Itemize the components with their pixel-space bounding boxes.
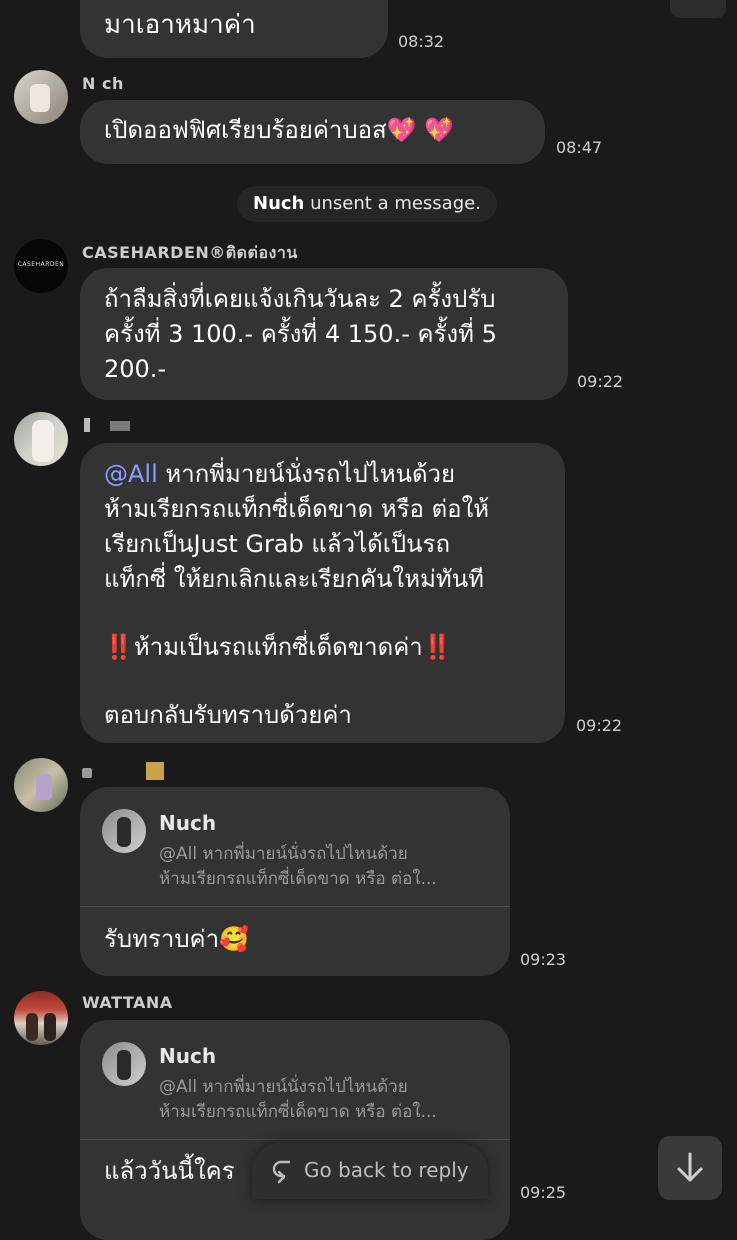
quoted-text-line: ห้ามเรียกรถแท็กซี่เด็ดขาด หรือ ต่อใ...: [159, 1102, 437, 1122]
quoted-text-line: @All หากพี่มายน์นั่งรถไปไหนด้วย: [159, 1077, 408, 1097]
mention-all[interactable]: @All: [104, 460, 158, 488]
message-line: @All หากพี่มายน์นั่งรถไปไหนด้วย: [104, 457, 455, 492]
warning-text: ห้ามเป็นรถแท็กซี่เด็ดขาดค่า: [133, 633, 423, 661]
double-exclamation-icon: ‼️: [422, 633, 453, 661]
sender-name: WATTANA: [82, 993, 173, 1012]
quoted-text-line: @All หากพี่มายน์นั่งรถไปไหนด้วย: [159, 844, 408, 864]
message-line: เรียกเป็นJust Grab แล้วได้เป็นรถ: [104, 530, 450, 558]
arrow-down-icon: [674, 1150, 706, 1186]
message-line-text: หากพี่มายน์นั่งรถไปไหนด้วย: [165, 460, 456, 488]
message-text: เปิดออฟฟิศเรียบร้อยค่าบอส💖 💖: [104, 116, 455, 144]
sender-name-blurred: [84, 418, 130, 432]
avatar[interactable]: [14, 412, 68, 466]
message-time: 09:25: [520, 1183, 567, 1202]
message-time: 09:22: [576, 716, 623, 735]
quoted-avatar: [102, 1042, 146, 1086]
message-line: ตอบกลับรับทราบด้วยค่า: [104, 701, 352, 729]
quoted-message[interactable]: Nuch @All หากพี่มายน์นั่งรถไปไหนด้วย ห้า…: [80, 1020, 510, 1140]
go-back-to-reply-label: Go back to reply: [304, 1158, 469, 1182]
sender-name: CASEHARDEN®ติดต่องาน: [82, 243, 298, 262]
message-line: ถ้าลืมสิ่งที่เคยแจ้งเกินวันละ 2 ครั้งปรั…: [104, 285, 496, 313]
quoted-message[interactable]: Nuch @All หากพี่มายน์นั่งรถไปไหนด้วย ห้า…: [80, 787, 510, 907]
reply-message-bubble[interactable]: Nuch @All หากพี่มายน์นั่งรถไปไหนด้วย ห้า…: [80, 1020, 510, 1240]
warning-line: ‼️ห้ามเป็นรถแท็กซี่เด็ดขาดค่า‼️: [104, 630, 453, 665]
message-time: 08:47: [556, 138, 603, 157]
reply-arrow-icon: [270, 1156, 296, 1184]
double-exclamation-icon: ‼️: [104, 633, 134, 661]
avatar[interactable]: CASEHARDEN: [14, 239, 68, 293]
system-message-text: unsent a message.: [310, 193, 481, 214]
message-line: 200.-: [104, 355, 167, 383]
message-time: 09:22: [577, 372, 624, 391]
message-time: 08:32: [398, 32, 445, 51]
message-bubble[interactable]: @All หากพี่มายน์นั่งรถไปไหนด้วย ห้ามเรีย…: [80, 443, 565, 743]
message-bubble[interactable]: เปิดออฟฟิศเรียบร้อยค่าบอส💖 💖: [80, 100, 545, 164]
message-text: แล้ววันนี้ใคร: [104, 1157, 235, 1185]
quoted-sender-name: Nuch: [159, 1044, 217, 1068]
quoted-avatar: [102, 809, 146, 853]
top-edge-element: [670, 0, 726, 18]
message-bubble[interactable]: ถ้าลืมสิ่งที่เคยแจ้งเกินวันละ 2 ครั้งปรั…: [80, 268, 568, 400]
reply-message-bubble[interactable]: Nuch @All หากพี่มายน์นั่งรถไปไหนด้วย ห้า…: [80, 787, 510, 976]
message-line: ห้ามเรียกรถแท็กซี่เด็ดขาด หรือ ต่อให้: [104, 495, 490, 523]
avatar[interactable]: [14, 758, 68, 812]
system-message-name: Nuch: [253, 193, 305, 214]
sender-name-blurred: [82, 762, 164, 780]
sender-name: N ch: [82, 74, 124, 93]
message-line: ครั้งที่ 3 100.- ครั้งที่ 4 150.- ครั้งท…: [104, 320, 497, 348]
go-back-to-reply-button[interactable]: Go back to reply: [252, 1143, 488, 1199]
quoted-sender-name: Nuch: [159, 811, 217, 835]
system-message: Nuch unsent a message.: [237, 186, 497, 222]
message-text: รับทราบค่า🥰: [104, 925, 249, 953]
quoted-text-line: ห้ามเรียกรถแท็กซี่เด็ดขาด หรือ ต่อใ...: [159, 869, 437, 889]
message-time: 09:23: [520, 950, 567, 969]
message-line: แท็กซี่ ให้ยกเลิกและเรียกคันใหม่ทันที: [104, 565, 484, 593]
avatar[interactable]: [14, 70, 68, 124]
avatar[interactable]: [14, 991, 68, 1045]
message-bubble[interactable]: มาเอาหมาค่า: [80, 0, 388, 58]
message-text: มาเอาหมาค่า: [104, 10, 256, 40]
scroll-to-bottom-button[interactable]: [658, 1136, 722, 1200]
avatar-logo-text: CASEHARDEN: [17, 261, 65, 268]
